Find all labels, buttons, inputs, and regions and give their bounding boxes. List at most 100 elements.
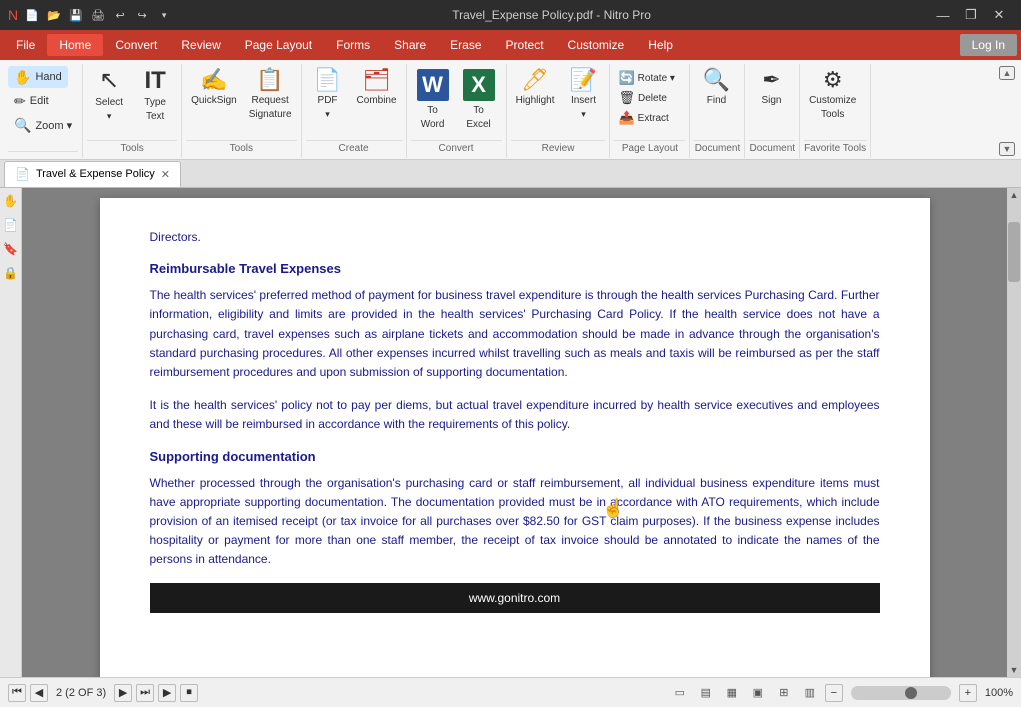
insert-button[interactable]: 📝 Insert ▾ — [561, 66, 605, 136]
to-word-label: To — [427, 105, 438, 117]
tab-bar: 📄 Travel & Expense Policy ✕ — [0, 160, 1021, 188]
tools-group-content: ↖ Select ▾ IT Type Text — [87, 64, 177, 138]
left-bookmark-icon[interactable]: 🔖 — [2, 240, 20, 258]
edit-button[interactable]: ✏ Edit — [8, 90, 55, 112]
delete-button[interactable]: 🗑 Delete — [614, 88, 678, 108]
minimize-button[interactable]: — — [929, 0, 957, 30]
view-tiles-btn[interactable]: ⊞ — [773, 684, 795, 702]
left-lock-icon[interactable]: 🔒 — [2, 264, 20, 282]
view-two-page-btn[interactable]: ▦ — [721, 684, 743, 702]
quicksign-button[interactable]: ✍ QuickSign — [186, 66, 242, 136]
ribbon: ✋ Hand ✏ Edit 🔍 Zoom ▾ ↖ Select ▾ — [0, 60, 1021, 160]
type-text-button[interactable]: IT Type Text — [133, 66, 177, 136]
highlight-button[interactable]: 🖊 Highlight — [511, 66, 560, 136]
undo-icon[interactable]: ↩ — [110, 5, 130, 25]
menu-forms[interactable]: Forms — [324, 34, 382, 56]
pdf-label: PDF — [318, 95, 338, 107]
close-button[interactable]: ✕ — [985, 0, 1013, 30]
new-icon[interactable]: 📄 — [22, 5, 42, 25]
scroll-thumb[interactable] — [1008, 222, 1020, 282]
view-grid-btn[interactable]: ▣ — [747, 684, 769, 702]
ribbon-scroll-up[interactable]: ▲ — [999, 66, 1015, 80]
pdf-icon: 📄 — [314, 69, 341, 91]
zoom-in-button[interactable]: + — [959, 684, 977, 702]
hand-tools: ✋ Hand ✏ Edit 🔍 Zoom ▾ — [8, 66, 78, 136]
left-page-icon[interactable]: 📄 — [2, 216, 20, 234]
to-word-button[interactable]: W To Word — [411, 66, 455, 136]
menu-protect[interactable]: Protect — [494, 34, 556, 56]
menu-customize[interactable]: Customize — [556, 34, 637, 56]
menu-erase[interactable]: Erase — [438, 34, 493, 56]
last-page-button[interactable]: ⏭ — [136, 684, 154, 702]
customize-qa-icon[interactable]: ▾ — [154, 5, 174, 25]
menu-share[interactable]: Share — [382, 34, 438, 56]
supporting-section: Supporting documentation Whether process… — [150, 449, 880, 570]
view-filmstrip-btn[interactable]: ▥ — [799, 684, 821, 702]
reimbursable-para-1: The health services' preferred method of… — [150, 286, 880, 382]
window-controls: — ❐ ✕ — [929, 0, 1013, 30]
sign-group-label: Tools — [186, 140, 296, 158]
document-group-label: Document — [694, 140, 740, 158]
menu-convert[interactable]: Convert — [103, 34, 169, 56]
stop-button[interactable]: ⏹ — [180, 684, 198, 702]
hand-button[interactable]: ✋ Hand — [8, 66, 68, 88]
insert-icon: 📝 — [570, 69, 597, 91]
insert-arrow: ▾ — [581, 109, 586, 120]
highlight-label: Highlight — [516, 95, 555, 107]
open-icon[interactable]: 📂 — [44, 5, 64, 25]
to-excel-button[interactable]: X To Excel — [457, 66, 501, 136]
menu-page-layout[interactable]: Page Layout — [233, 34, 324, 56]
find-button[interactable]: 🔍 Find — [694, 66, 738, 136]
zoom-slider[interactable] — [851, 686, 951, 700]
combine-icon: 🗂 — [363, 69, 391, 91]
ribbon-scroll-down[interactable]: ▼ — [999, 142, 1015, 156]
scroll-down-arrow[interactable]: ▼ — [1008, 663, 1020, 677]
view-scroll-btn[interactable]: ▤ — [695, 684, 717, 702]
request-signature-button[interactable]: 📋 Request Signature — [244, 66, 297, 136]
combine-button[interactable]: 🗂 Combine — [352, 66, 402, 136]
print-icon[interactable]: 🖨 — [88, 5, 108, 25]
zoom-out-button[interactable]: − — [825, 684, 843, 702]
edit-icon: ✏ — [14, 93, 26, 110]
extract-button[interactable]: 📤 Extract — [614, 108, 678, 128]
right-scrollbar[interactable]: ▲ ▼ — [1007, 188, 1021, 677]
zoom-thumb[interactable] — [905, 687, 917, 699]
insert-label: Insert — [571, 95, 596, 107]
save-icon[interactable]: 💾 — [66, 5, 86, 25]
zoom-button[interactable]: 🔍 Zoom ▾ — [8, 114, 78, 136]
sign-button[interactable]: ✒ Sign — [749, 66, 793, 136]
create-group-content: 📄 PDF ▾ 🗂 Combine — [306, 64, 402, 138]
rotate-button[interactable]: 🔄 Rotate ▾ — [614, 68, 678, 88]
login-button[interactable]: Log In — [960, 34, 1017, 56]
menu-home[interactable]: Home — [47, 34, 103, 56]
to-excel-label2: Excel — [466, 119, 490, 131]
next-page-button[interactable]: ▶ — [114, 684, 132, 702]
ribbon-group-review: 🖊 Highlight 📝 Insert ▾ Review — [507, 64, 611, 158]
redo-icon[interactable]: ↪ — [132, 5, 152, 25]
restore-button[interactable]: ❐ — [957, 0, 985, 30]
customize-tools-button[interactable]: ⚙ Customize Tools — [804, 66, 861, 136]
tab-close-icon[interactable]: ✕ — [161, 168, 170, 181]
view-single-btn[interactable]: ▭ — [669, 684, 691, 702]
page-info: 2 (2 OF 3) — [56, 687, 106, 699]
first-page-button[interactable]: ⏮ — [8, 684, 26, 702]
hand-group-label — [8, 151, 78, 158]
left-hand-icon[interactable]: ✋ — [2, 192, 20, 210]
menu-file[interactable]: File — [4, 34, 47, 56]
menu-help[interactable]: Help — [636, 34, 685, 56]
select-button[interactable]: ↖ Select ▾ — [87, 66, 131, 136]
document-tab[interactable]: 📄 Travel & Expense Policy ✕ — [4, 161, 181, 187]
ribbon-group-favorite: ⚙ Customize Tools Favorite Tools — [800, 64, 871, 158]
pdf-button[interactable]: 📄 PDF ▾ — [306, 66, 350, 136]
app-logo-icon: N — [8, 7, 18, 23]
tools-group-label: Tools — [87, 140, 177, 158]
type-text-label: Type — [144, 97, 166, 109]
scroll-up-arrow[interactable]: ▲ — [1008, 188, 1020, 202]
sign-group-content: ✍ QuickSign 📋 Request Signature — [186, 64, 296, 138]
customize-tools-label2: Tools — [821, 109, 844, 121]
menu-review[interactable]: Review — [169, 34, 232, 56]
status-bar: ⏮ ◀ 2 (2 OF 3) ▶ ⏭ ▶ ⏹ ▭ ▤ ▦ ▣ ⊞ ▥ − + 1… — [0, 677, 1021, 707]
play-button[interactable]: ▶ — [158, 684, 176, 702]
window-title: Travel_Expense Policy.pdf - Nitro Pro — [174, 8, 929, 22]
prev-page-button[interactable]: ◀ — [30, 684, 48, 702]
